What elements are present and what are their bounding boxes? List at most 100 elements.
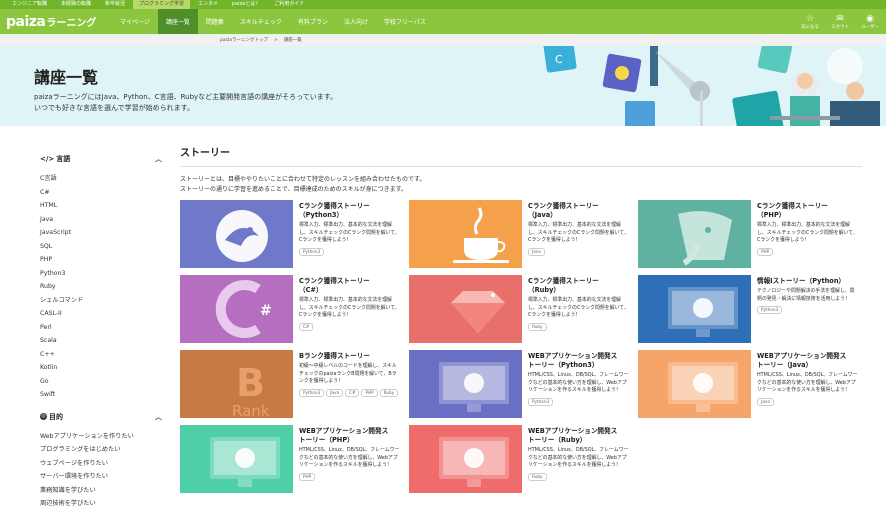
story-thumbnail[interactable] bbox=[638, 350, 751, 418]
language-list: C言語 C# HTML Java JavaScript SQL PHP Python3 Ruby… bbox=[40, 172, 180, 402]
breadcrumb-home[interactable]: paizaラーニングトップ bbox=[220, 37, 268, 43]
language-tag[interactable]: Java bbox=[757, 397, 774, 406]
nav-item[interactable]: 有料プラン bbox=[290, 9, 336, 34]
story-thumbnail[interactable]: # bbox=[180, 275, 293, 343]
story-title[interactable]: WEBアプリケーション開発ス トーリー（Java） bbox=[757, 352, 858, 370]
sidebar-language-link[interactable]: C# bbox=[40, 186, 180, 200]
sidebar-language-link[interactable]: Ruby bbox=[40, 280, 180, 294]
story-thumbnail[interactable] bbox=[409, 425, 522, 493]
story-title[interactable]: WEBアプリケーション開発ス トーリー（Ruby） bbox=[528, 427, 629, 445]
sidebar-purpose-header[interactable]: ◎ 目的 ︿ bbox=[40, 412, 162, 422]
nav-item[interactable]: 学校フリーパス bbox=[376, 9, 434, 34]
java-icon bbox=[409, 200, 522, 268]
header-action-button[interactable]: ✉ スカウト bbox=[826, 9, 854, 34]
language-tag[interactable]: PHP bbox=[361, 388, 378, 397]
story-description: 標準入力、標準出力、基本的な文法を理解し、スキルチェックのCランク問題を解いて、… bbox=[528, 297, 629, 318]
sidebar-purpose-link[interactable]: 業務知識を学びたい bbox=[40, 484, 180, 498]
language-tag[interactable]: Ruby bbox=[379, 388, 399, 397]
sidebar-language-link[interactable]: Go bbox=[40, 375, 180, 389]
sidebar-language-link[interactable]: C言語 bbox=[40, 172, 180, 186]
nav-item[interactable]: マイページ bbox=[112, 9, 158, 34]
topbar-item[interactable]: 未経験の転職 bbox=[55, 0, 97, 9]
topbar-item[interactable]: エンジニア転職 bbox=[6, 0, 53, 9]
story-thumbnail[interactable] bbox=[638, 275, 751, 343]
language-tag[interactable]: PHP bbox=[299, 472, 316, 481]
paiza-logo[interactable]: paiza ラーニング bbox=[0, 9, 112, 34]
story-card[interactable]: WEBアプリケーション開発ス トーリー（Ruby） HTML/CSS、Linux、D… bbox=[409, 425, 629, 493]
sidebar-language-link[interactable]: Kotlin bbox=[40, 361, 180, 375]
story-title[interactable]: 情報Iストーリー（Python） bbox=[757, 277, 858, 286]
sidebar-language-link[interactable]: Python3 bbox=[40, 267, 180, 281]
topbar-item[interactable]: paizaとは？ bbox=[226, 0, 266, 9]
story-thumbnail[interactable]: B Rank bbox=[180, 350, 293, 418]
sidebar-language-link[interactable]: HTML bbox=[40, 199, 180, 213]
story-title[interactable]: Cランク獲得ストーリー （Python3） bbox=[299, 202, 400, 220]
header-action-button[interactable]: ☆ 気になる bbox=[796, 9, 824, 34]
story-card[interactable]: WEBアプリケーション開発ス トーリー（Python3） HTML/CSS、Linu… bbox=[409, 350, 629, 418]
language-tag[interactable]: Java bbox=[528, 247, 545, 256]
sidebar-language-link[interactable]: PHP bbox=[40, 253, 180, 267]
story-title[interactable]: Cランク獲得ストーリー （C#） bbox=[299, 277, 400, 295]
sidebar-purpose-link[interactable]: サーバー環境を作りたい bbox=[40, 470, 180, 484]
sidebar-language-link[interactable]: Scala bbox=[40, 334, 180, 348]
language-tag[interactable]: Ruby bbox=[528, 322, 547, 331]
story-card[interactable]: # Cランク獲得ストーリー （C#） 標準入力、標準出力、基本的な文法を理解し、スキル… bbox=[180, 275, 400, 343]
language-tag[interactable]: PHP bbox=[757, 247, 774, 256]
topbar-item[interactable]: ご利用ガイド bbox=[268, 0, 310, 9]
section-title: ストーリー bbox=[180, 144, 862, 167]
language-tag[interactable]: Python3 bbox=[757, 306, 783, 314]
sidebar-languages-header[interactable]: </> 言語 ︿ bbox=[40, 154, 162, 164]
story-thumbnail[interactable] bbox=[180, 200, 293, 268]
nav-item[interactable]: スキルチェック bbox=[232, 9, 290, 34]
story-description: 標準入力、標準出力、基本的な文法を理解し、スキルチェックのCランク問題を解いて、… bbox=[528, 222, 629, 243]
story-title[interactable]: Cランク獲得ストーリー （Java） bbox=[528, 202, 629, 220]
topbar-item[interactable]: エンタメ bbox=[192, 0, 224, 9]
csharp-icon: # bbox=[180, 275, 293, 343]
topbar-item[interactable]: プログラミング学習 bbox=[133, 0, 191, 9]
story-thumbnail[interactable] bbox=[638, 200, 751, 268]
sidebar-language-link[interactable]: Java bbox=[40, 213, 180, 227]
language-tag[interactable]: Python3 bbox=[528, 397, 554, 406]
story-card[interactable]: WEBアプリケーション開発ス トーリー（PHP） HTML/CSS、Linux、DB… bbox=[180, 425, 400, 493]
nav-item[interactable]: 法人向け bbox=[336, 9, 376, 34]
topbar-item[interactable]: 新卒就活 bbox=[99, 0, 131, 9]
story-title[interactable]: Cランク獲得ストーリー （Ruby） bbox=[528, 277, 629, 295]
nav-item[interactable]: 講座一覧 bbox=[157, 9, 198, 34]
story-card[interactable]: Cランク獲得ストーリー （Java） 標準入力、標準出力、基本的な文法を理解し、スキ… bbox=[409, 200, 629, 268]
language-tag[interactable]: Python3 bbox=[299, 247, 325, 256]
story-title-line1: WEBアプリケーション開発ス bbox=[299, 427, 389, 435]
sidebar-language-link[interactable]: シェルコマンド bbox=[40, 294, 180, 308]
story-title[interactable]: WEBアプリケーション開発ス トーリー（Python3） bbox=[528, 352, 629, 370]
story-card[interactable]: Cランク獲得ストーリー （Ruby） 標準入力、標準出力、基本的な文法を理解し、スキ… bbox=[409, 275, 629, 343]
story-title[interactable]: WEBアプリケーション開発ス トーリー（PHP） bbox=[299, 427, 400, 445]
language-tag[interactable]: Ruby bbox=[528, 472, 547, 481]
story-card[interactable]: Cランク獲得ストーリー （PHP） 標準入力、標準出力、基本的な文法を理解し、スキル… bbox=[638, 200, 858, 268]
sidebar-purpose-link[interactable]: Webアプリケーションを作りたい bbox=[40, 430, 180, 444]
language-tag[interactable]: Python3 bbox=[299, 388, 325, 397]
story-thumbnail[interactable] bbox=[409, 275, 522, 343]
header-action-button[interactable]: ◉ ユーザー bbox=[856, 9, 884, 34]
sidebar-language-link[interactable]: SQL bbox=[40, 240, 180, 254]
story-info: Cランク獲得ストーリー （Python3） 標準入力、標準出力、基本的な文法を理解し… bbox=[293, 200, 400, 268]
language-tag[interactable]: C# bbox=[345, 388, 360, 397]
story-thumbnail[interactable] bbox=[409, 200, 522, 268]
sidebar-purpose-link[interactable]: ウェブページを作りたい bbox=[40, 457, 180, 471]
story-title[interactable]: Bランク獲得ストーリー bbox=[299, 352, 400, 361]
sidebar-language-link[interactable]: Swift bbox=[40, 388, 180, 402]
sidebar-purpose-link[interactable]: プログラミングをはじめたい bbox=[40, 443, 180, 457]
story-card[interactable]: Cランク獲得ストーリー （Python3） 標準入力、標準出力、基本的な文法を理解し… bbox=[180, 200, 400, 268]
nav-item[interactable]: 問題集 bbox=[198, 9, 232, 34]
sidebar-language-link[interactable]: C++ bbox=[40, 348, 180, 362]
story-thumbnail[interactable] bbox=[409, 350, 522, 418]
story-card[interactable]: WEBアプリケーション開発ス トーリー（Java） HTML/CSS、Linux、D… bbox=[638, 350, 858, 418]
sidebar-purpose-link[interactable]: 周辺技術を学びたい bbox=[40, 497, 180, 510]
story-card[interactable]: 情報Iストーリー（Python） テクノロジーや問題解決の手法を理解し、問題の発見… bbox=[638, 275, 858, 343]
sidebar-language-link[interactable]: JavaScript bbox=[40, 226, 180, 240]
sidebar-language-link[interactable]: Perl bbox=[40, 321, 180, 335]
story-thumbnail[interactable] bbox=[180, 425, 293, 493]
language-tag[interactable]: Java bbox=[326, 388, 344, 397]
story-card[interactable]: B Rank Bランク獲得ストーリー 初級〜中級レベルのコードを理解し、スキルチェック… bbox=[180, 350, 400, 418]
story-title[interactable]: Cランク獲得ストーリー （PHP） bbox=[757, 202, 858, 220]
language-tag[interactable]: C# bbox=[299, 322, 314, 331]
sidebar-language-link[interactable]: CASL-II bbox=[40, 307, 180, 321]
